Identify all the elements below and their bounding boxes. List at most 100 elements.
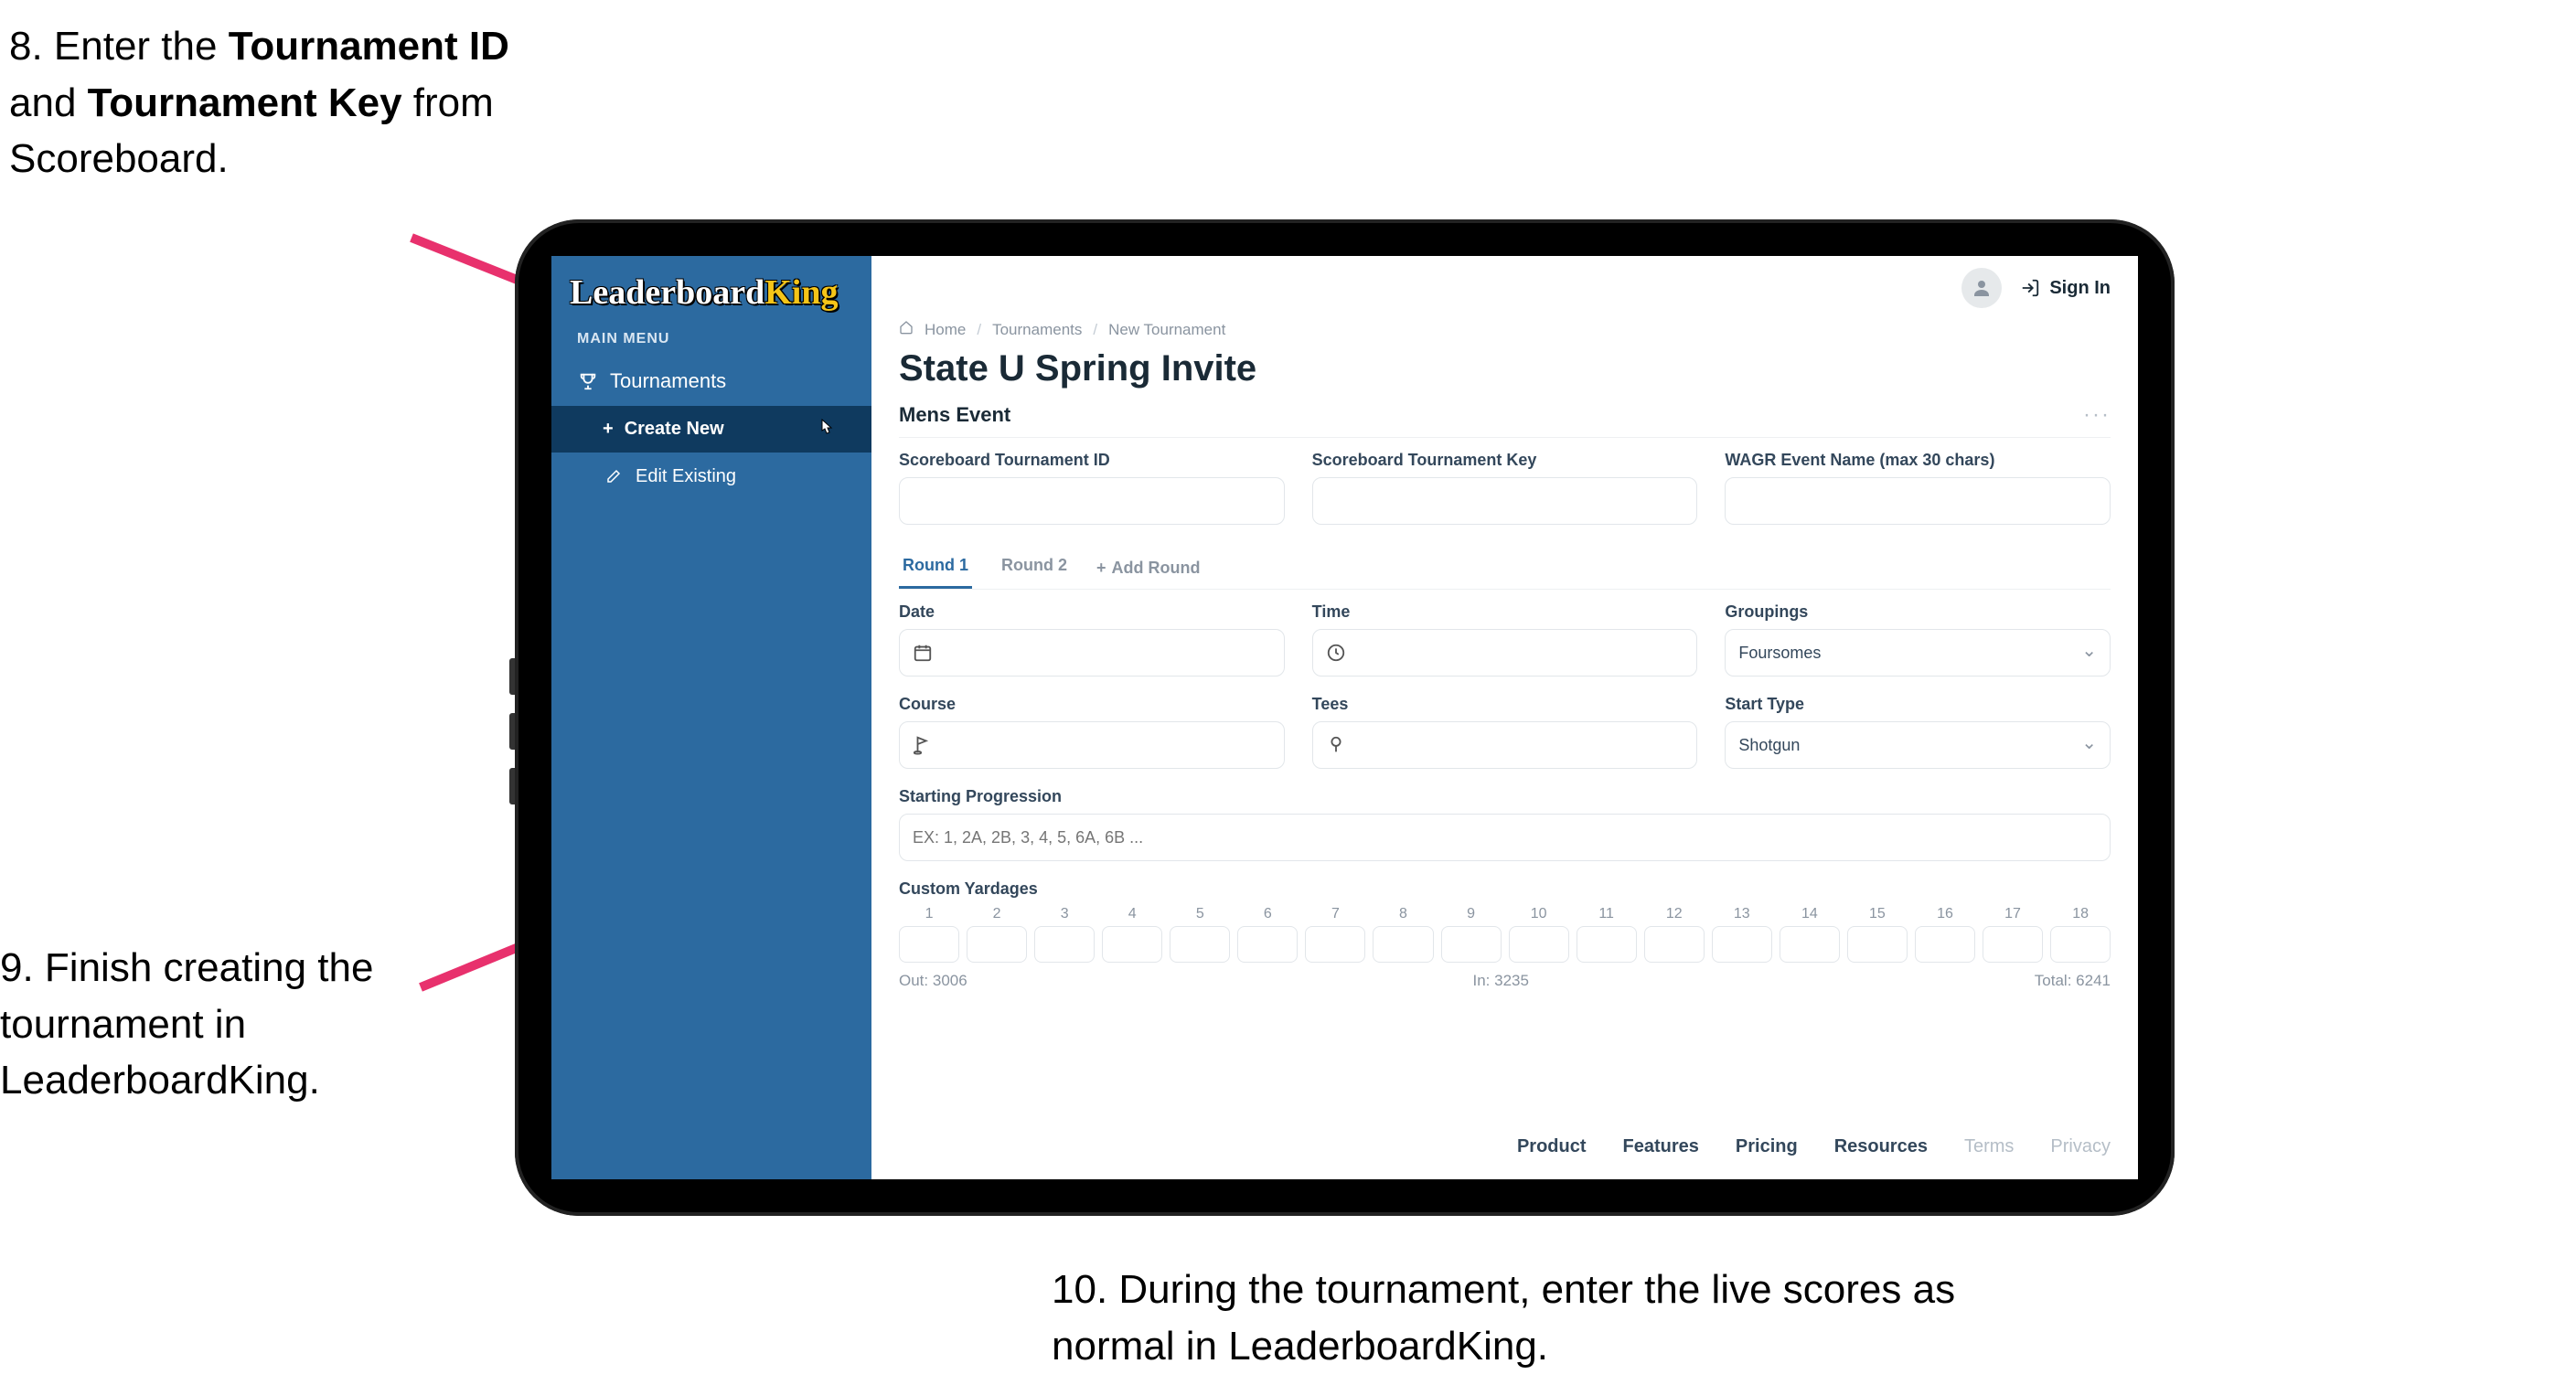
out-total: Out: 3006 xyxy=(899,972,967,990)
hole-label: 16 xyxy=(1915,906,1975,922)
hole-yardage-input[interactable] xyxy=(1780,926,1840,963)
breadcrumb: Home / Tournaments / New Tournament xyxy=(899,320,2111,339)
hole-yardage-input[interactable] xyxy=(1237,926,1298,963)
add-round-button[interactable]: + Add Round xyxy=(1096,559,1201,578)
groupings-select[interactable]: Foursomes xyxy=(1725,629,2111,677)
tablet-screen: LeaderboardKing MAIN MENU Tournaments + … xyxy=(551,256,2138,1179)
sign-in-button[interactable]: Sign In xyxy=(2020,278,2111,299)
hole-yardage-input[interactable] xyxy=(967,926,1027,963)
in-total: In: 3235 xyxy=(1473,972,1529,990)
starting-progression-input[interactable] xyxy=(899,814,2111,861)
hole-label: 18 xyxy=(2050,906,2111,922)
user-icon xyxy=(1971,277,1993,299)
logo-text: Leaderboard xyxy=(570,273,764,312)
hole-label: 8 xyxy=(1373,906,1433,922)
hole-yardage-input[interactable] xyxy=(1712,926,1772,963)
cursor-pointer-icon xyxy=(817,418,835,442)
field-label: Start Type xyxy=(1725,695,2111,714)
hole-yardage-input[interactable] xyxy=(1577,926,1637,963)
date-input[interactable] xyxy=(899,629,1285,677)
edit-icon xyxy=(603,465,625,487)
field-label: Scoreboard Tournament Key xyxy=(1312,451,1698,470)
sidebar: LeaderboardKing MAIN MENU Tournaments + … xyxy=(551,256,871,1179)
hole-label: 1 xyxy=(899,906,959,922)
hole-label: 12 xyxy=(1644,906,1705,922)
text-bold: Tournament Key xyxy=(88,80,402,125)
hole-yardage-input[interactable] xyxy=(2050,926,2111,963)
breadcrumb-home[interactable]: Home xyxy=(925,321,966,339)
page-title: State U Spring Invite xyxy=(899,348,2111,389)
field-label: Starting Progression xyxy=(899,787,2111,806)
footer-link-muted[interactable]: Terms xyxy=(1964,1136,2014,1157)
footer-link[interactable]: Product xyxy=(1517,1136,1587,1157)
breadcrumb-separator: / xyxy=(977,321,981,339)
home-icon xyxy=(899,320,914,339)
scoreboard-key-input[interactable] xyxy=(1312,477,1698,525)
footer-link[interactable]: Features xyxy=(1623,1136,1699,1157)
grand-total: Total: 6241 xyxy=(2035,972,2111,990)
field-label: WAGR Event Name (max 30 chars) xyxy=(1725,451,2111,470)
field-label: Tees xyxy=(1312,695,1698,714)
text: 8. Enter the xyxy=(9,24,229,69)
logo: LeaderboardKing xyxy=(551,256,871,322)
trophy-icon xyxy=(577,370,599,392)
breadcrumb-tournaments[interactable]: Tournaments xyxy=(992,321,1082,339)
hole-yardage-input[interactable] xyxy=(1509,926,1569,963)
plus-icon: + xyxy=(1096,559,1106,578)
field-label: Date xyxy=(899,602,1285,622)
wagr-input[interactable] xyxy=(1725,477,2111,525)
logo-text-king: King xyxy=(764,273,838,312)
instruction-step-10: 10. During the tournament, enter the liv… xyxy=(1052,1262,1966,1374)
hole-yardage-input[interactable] xyxy=(1170,926,1230,963)
hole-yardage-input[interactable] xyxy=(1915,926,1975,963)
sidebar-item-label: Create New xyxy=(625,419,724,440)
hole-label: 15 xyxy=(1847,906,1908,922)
hole-label: 17 xyxy=(1983,906,2043,922)
more-icon[interactable]: ··· xyxy=(2083,402,2111,428)
text-bold: Tournament ID xyxy=(229,24,509,69)
tees-input[interactable] xyxy=(1312,721,1698,769)
tablet-frame: LeaderboardKing MAIN MENU Tournaments + … xyxy=(515,219,2175,1216)
hole-yardage-input[interactable] xyxy=(899,926,959,963)
hole-label: 9 xyxy=(1441,906,1502,922)
hole-yardage-input[interactable] xyxy=(1847,926,1908,963)
tee-icon xyxy=(1322,735,1350,755)
sidebar-item-create-new[interactable]: + Create New xyxy=(551,406,871,453)
field-label: Scoreboard Tournament ID xyxy=(899,451,1285,470)
hole-yardage-input[interactable] xyxy=(1373,926,1433,963)
hole-yardage-input[interactable] xyxy=(1983,926,2043,963)
sidebar-item-edit-existing[interactable]: Edit Existing xyxy=(551,453,871,500)
footer-link[interactable]: Resources xyxy=(1834,1136,1928,1157)
section-header: Mens Event ··· xyxy=(899,402,2111,438)
form-grid-row2: Date Time xyxy=(899,602,2111,990)
avatar[interactable] xyxy=(1961,268,2002,308)
round-tabs: Round 1 Round 2 + Add Round xyxy=(899,547,2111,590)
tab-round-2[interactable]: Round 2 xyxy=(998,547,1071,589)
hole-yardage-input[interactable] xyxy=(1441,926,1502,963)
hole-label: 5 xyxy=(1170,906,1230,922)
hole-yardage-input[interactable] xyxy=(1644,926,1705,963)
footer-link-muted[interactable]: Privacy xyxy=(2050,1136,2111,1157)
field-wagr: WAGR Event Name (max 30 chars) xyxy=(1725,451,2111,525)
flag-icon xyxy=(909,735,936,755)
hole-label: 14 xyxy=(1780,906,1840,922)
footer-link[interactable]: Pricing xyxy=(1736,1136,1798,1157)
hole-yardage-input[interactable] xyxy=(1034,926,1095,963)
calendar-icon xyxy=(909,643,936,663)
hole-yardage-input[interactable] xyxy=(1305,926,1365,963)
course-input[interactable] xyxy=(899,721,1285,769)
field-label: Course xyxy=(899,695,1285,714)
hole-label: 7 xyxy=(1305,906,1365,922)
hole-yardage-input[interactable] xyxy=(1102,926,1162,963)
instruction-step-8: 8. Enter the Tournament ID and Tournamen… xyxy=(9,18,521,187)
time-input[interactable] xyxy=(1312,629,1698,677)
start-type-select[interactable]: Shotgun xyxy=(1725,721,2111,769)
field-course: Course xyxy=(899,695,1285,769)
sidebar-item-tournaments[interactable]: Tournaments xyxy=(551,357,871,406)
scoreboard-id-input[interactable] xyxy=(899,477,1285,525)
tab-round-1[interactable]: Round 1 xyxy=(899,547,972,589)
field-label: Groupings xyxy=(1725,602,2111,622)
field-scoreboard-id: Scoreboard Tournament ID xyxy=(899,451,1285,525)
sidebar-item-label: Tournaments xyxy=(610,369,726,393)
main-menu-label: MAIN MENU xyxy=(551,322,871,357)
